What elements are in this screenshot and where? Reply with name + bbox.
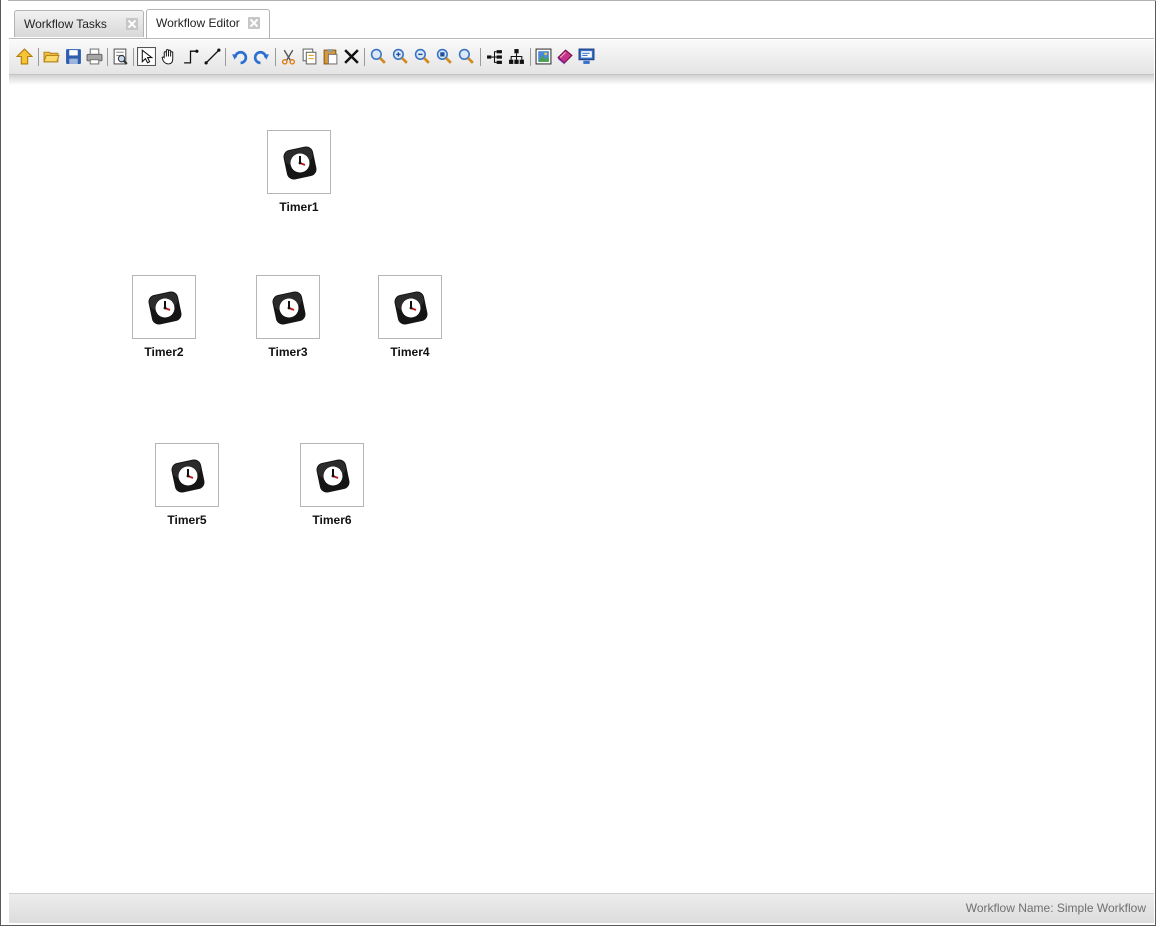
close-icon[interactable] (126, 18, 138, 30)
delete-icon[interactable] (343, 48, 360, 65)
zoom-in-icon[interactable] (392, 48, 409, 65)
zoom-fit-icon[interactable] (436, 48, 453, 65)
print-preview-icon[interactable] (112, 48, 129, 65)
toolbar-separator (480, 48, 481, 66)
up-arrow-icon[interactable] (16, 48, 33, 65)
timer-node-label: Timer5 (167, 513, 207, 527)
timer-clock-icon (393, 290, 429, 326)
workflow-canvas[interactable]: Timer1 Timer2 Timer3 Timer4 Timer5 Timer… (9, 85, 1154, 893)
properties-book-icon[interactable] (556, 48, 573, 65)
save-icon[interactable] (65, 48, 82, 65)
timer-node[interactable]: Timer1 (250, 130, 350, 230)
tab-label: Workflow Tasks (24, 17, 107, 31)
timer-node[interactable]: Timer3 (239, 275, 339, 375)
toolbar-separator (364, 48, 365, 66)
timer-clock-icon (271, 290, 307, 326)
tab-workflow-editor[interactable]: Workflow Editor (146, 9, 270, 38)
cut-icon[interactable] (280, 48, 297, 65)
monitor-icon[interactable] (578, 48, 595, 65)
timer-node[interactable]: Timer2 (115, 275, 215, 375)
select-pointer-icon[interactable] (137, 47, 156, 66)
print-icon[interactable] (86, 48, 103, 65)
timer-node-label: Timer4 (390, 345, 430, 359)
pan-hand-icon[interactable] (160, 48, 177, 65)
timer-node[interactable]: Timer6 (283, 443, 383, 543)
tab-label: Workflow Editor (156, 16, 240, 30)
tab-workflow-tasks[interactable]: Workflow Tasks (14, 10, 144, 37)
zoom-out-icon[interactable] (414, 48, 431, 65)
undo-icon[interactable] (231, 48, 248, 65)
toolbar-separator (107, 48, 108, 66)
timer-node-label: Timer6 (312, 513, 352, 527)
toolbar-separator (133, 48, 134, 66)
toolbar (9, 40, 1154, 75)
tab-bar: Workflow Tasks Workflow Editor (9, 8, 1154, 39)
timer-node[interactable]: Timer5 (138, 443, 238, 543)
vertical-layout-icon[interactable] (508, 48, 525, 65)
paste-icon[interactable] (322, 48, 339, 65)
timer-node-label: Timer1 (279, 200, 319, 214)
timer-node-box[interactable] (267, 130, 331, 194)
timer-node[interactable]: Timer4 (361, 275, 461, 375)
zoom-icon[interactable] (370, 48, 387, 65)
close-icon[interactable] (248, 17, 260, 29)
timer-node-label: Timer3 (268, 345, 308, 359)
timer-clock-icon (282, 145, 318, 181)
copy-icon[interactable] (301, 48, 318, 65)
timer-node-box[interactable] (132, 275, 196, 339)
workflow-name-status: Workflow Name: Simple Workflow (965, 901, 1146, 915)
timer-node-box[interactable] (378, 275, 442, 339)
status-bar: Workflow Name: Simple Workflow (9, 893, 1154, 923)
timer-clock-icon (170, 458, 206, 494)
toolbar-separator (530, 48, 531, 66)
export-image-icon[interactable] (535, 48, 552, 65)
toolbar-shadow (9, 75, 1154, 85)
horizontal-layout-icon[interactable] (486, 48, 503, 65)
timer-node-box[interactable] (256, 275, 320, 339)
zoom-actual-icon[interactable] (458, 48, 475, 65)
redo-icon[interactable] (253, 48, 270, 65)
timer-node-box[interactable] (155, 443, 219, 507)
timer-node-label: Timer2 (144, 345, 184, 359)
timer-node-box[interactable] (300, 443, 364, 507)
toolbar-separator (275, 48, 276, 66)
timer-clock-icon (147, 290, 183, 326)
toolbar-separator (225, 48, 226, 66)
timer-clock-icon (315, 458, 351, 494)
top-border (8, 0, 1156, 1)
toolbar-separator (38, 48, 39, 66)
open-folder-icon[interactable] (43, 48, 60, 65)
straight-connector-icon[interactable] (204, 48, 221, 65)
orthogonal-connector-icon[interactable] (182, 48, 199, 65)
